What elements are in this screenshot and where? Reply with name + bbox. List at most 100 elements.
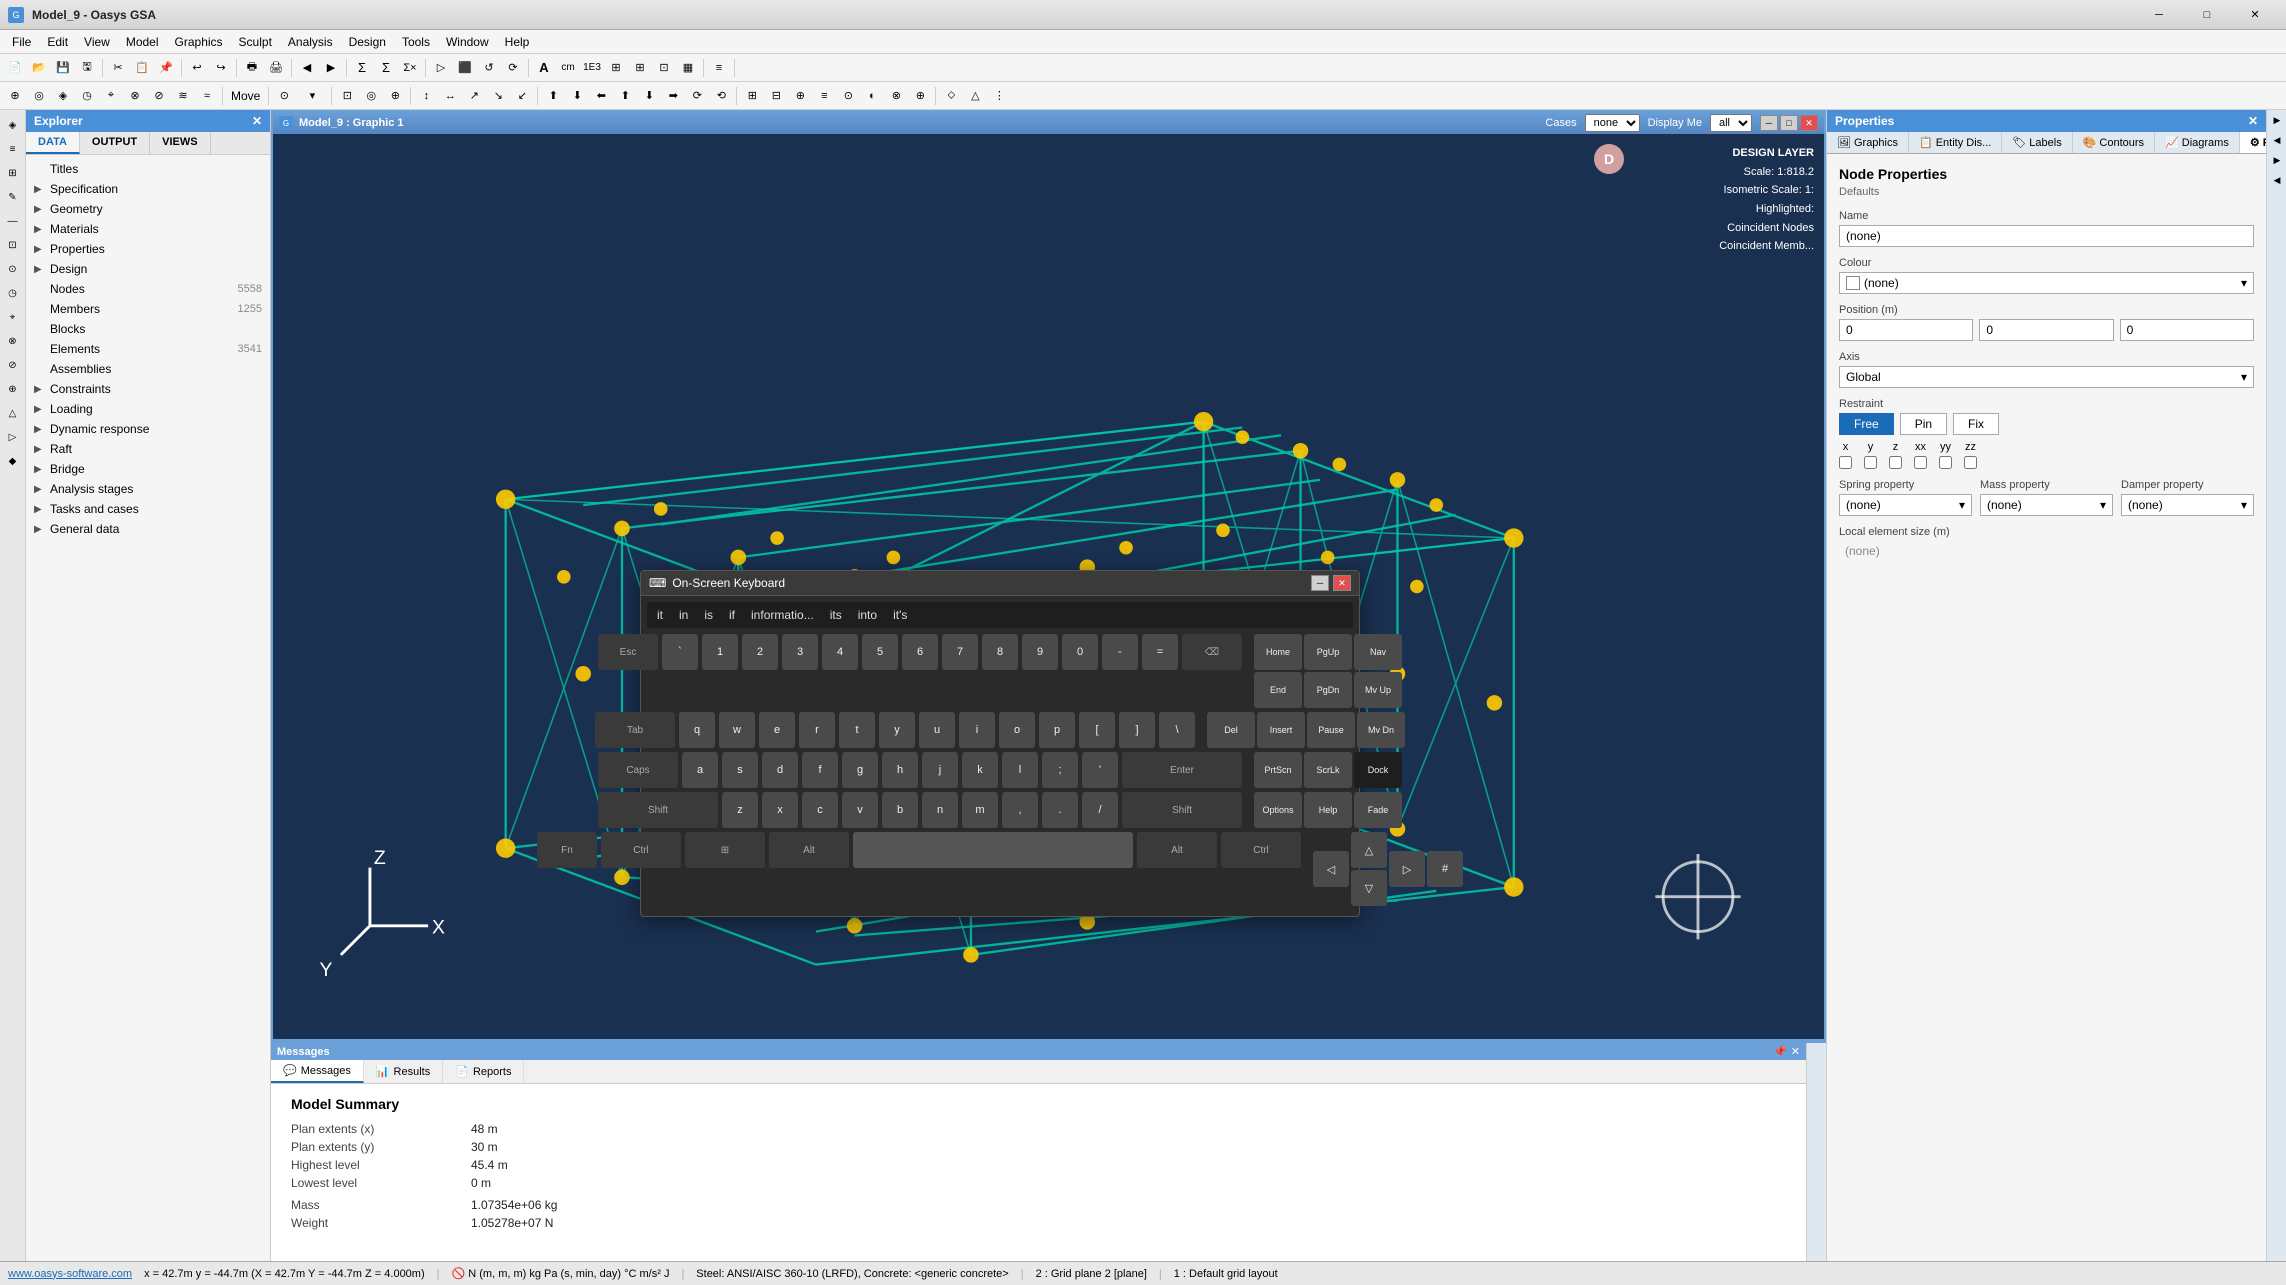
tb-run[interactable]: ▷	[430, 57, 452, 79]
tree-dynamic-response[interactable]: ▶ Dynamic response	[26, 419, 270, 439]
lb-icon5[interactable]: —	[2, 210, 24, 232]
tb2-icon25[interactable]: ⟳	[686, 85, 708, 107]
tree-tasks-cases[interactable]: ▶ Tasks and cases	[26, 499, 270, 519]
tree-nodes[interactable]: Nodes 5558	[26, 279, 270, 299]
tb-copy[interactable]: 📋	[131, 57, 153, 79]
osk-a[interactable]: a	[682, 752, 718, 788]
tb2-icon9[interactable]: ≈	[196, 85, 218, 107]
osk-n[interactable]: n	[922, 792, 958, 828]
osk-u[interactable]: u	[919, 712, 955, 748]
tb2-icon36[interactable]: △	[964, 85, 986, 107]
tb2-dropdown[interactable]: ▾	[297, 85, 327, 107]
osk-scrlk[interactable]: ScrLk	[1304, 752, 1352, 788]
tab-data[interactable]: DATA	[26, 132, 80, 154]
maximize-button[interactable]: □	[2184, 0, 2230, 30]
tb-icon3[interactable]: ⊡	[653, 57, 675, 79]
osk-g[interactable]: g	[842, 752, 878, 788]
tree-raft[interactable]: ▶ Raft	[26, 439, 270, 459]
menu-view[interactable]: View	[76, 33, 118, 51]
tree-design[interactable]: ▶ Design	[26, 259, 270, 279]
tb2-icon11[interactable]: ⊡	[336, 85, 358, 107]
osk-i[interactable]: i	[959, 712, 995, 748]
lb-icon3[interactable]: ⊞	[2, 162, 24, 184]
tree-properties[interactable]: ▶ Properties	[26, 239, 270, 259]
osk-backtick[interactable]: `	[662, 634, 698, 670]
spring-select[interactable]: (none) ▾	[1839, 494, 1972, 516]
minimize-button[interactable]: ─	[2136, 0, 2182, 30]
osk-right-arrow[interactable]: ▷	[1389, 851, 1425, 887]
osk-sugg-into[interactable]: into	[852, 606, 883, 624]
lb-icon7[interactable]: ⊙	[2, 258, 24, 280]
tree-specification[interactable]: ▶ Specification	[26, 179, 270, 199]
osk-ralt[interactable]: Alt	[1137, 832, 1217, 868]
tb2-icon31[interactable]: ⊙	[837, 85, 859, 107]
osk-j[interactable]: j	[922, 752, 958, 788]
osk-space[interactable]	[853, 832, 1133, 868]
tb2-icon24[interactable]: ➡	[662, 85, 684, 107]
menu-tools[interactable]: Tools	[394, 33, 438, 51]
tree-general-data[interactable]: ▶ General data	[26, 519, 270, 539]
lb-icon12[interactable]: ⊕	[2, 378, 24, 400]
tb2-icon3[interactable]: ◈	[52, 85, 74, 107]
tb-1e3[interactable]: 1E3	[581, 57, 603, 79]
osk-rbracket[interactable]: ]	[1119, 712, 1155, 748]
restraint-xx-checkbox[interactable]	[1914, 456, 1927, 469]
tb-stop[interactable]: ⬛	[454, 57, 476, 79]
osk-e[interactable]: e	[759, 712, 795, 748]
tb2-icon13[interactable]: ⊕	[384, 85, 406, 107]
osk-pause[interactable]: Pause	[1307, 712, 1355, 748]
osk-up-arrow[interactable]: △	[1351, 832, 1387, 868]
osk-slash[interactable]: /	[1082, 792, 1118, 828]
pos-x-input[interactable]	[1839, 319, 1973, 341]
osk-sugg-is[interactable]: is	[698, 606, 719, 624]
tb2-icon27[interactable]: ⊞	[741, 85, 763, 107]
osk-8[interactable]: 8	[982, 634, 1018, 670]
osk-c[interactable]: c	[802, 792, 838, 828]
lb-icon14[interactable]: ▷	[2, 426, 24, 448]
tb-save2[interactable]: 🖫	[76, 57, 98, 79]
tree-members[interactable]: Members 1255	[26, 299, 270, 319]
tb2-icon7[interactable]: ⊘	[148, 85, 170, 107]
menu-file[interactable]: File	[4, 33, 39, 51]
pos-z-input[interactable]	[2120, 319, 2254, 341]
tb-loop[interactable]: ↺	[478, 57, 500, 79]
osk-left-arrow[interactable]: ◁	[1313, 851, 1349, 887]
tb2-icon21[interactable]: ⬅	[590, 85, 612, 107]
osk-period[interactable]: .	[1042, 792, 1078, 828]
tb2-icon10[interactable]: ⊙	[273, 85, 295, 107]
osk-s[interactable]: s	[722, 752, 758, 788]
tb-undo[interactable]: ↩	[186, 57, 208, 79]
tb2-icon22[interactable]: ⬆	[614, 85, 636, 107]
osk-k[interactable]: k	[962, 752, 998, 788]
lb-icon10[interactable]: ⊗	[2, 330, 24, 352]
tb2-icon34[interactable]: ⊕	[909, 85, 931, 107]
lb-icon8[interactable]: ◷	[2, 282, 24, 304]
messages-pin-icon[interactable]: 📌	[1773, 1045, 1787, 1058]
menu-graphics[interactable]: Graphics	[167, 33, 231, 51]
restraint-x-checkbox[interactable]	[1839, 456, 1852, 469]
tb-icon4[interactable]: ▦	[677, 57, 699, 79]
osk-semicolon[interactable]: ;	[1042, 752, 1078, 788]
menu-model[interactable]: Model	[118, 33, 167, 51]
menu-design[interactable]: Design	[341, 33, 394, 51]
osk-lctrl[interactable]: Ctrl	[601, 832, 681, 868]
osk-options[interactable]: Options	[1254, 792, 1302, 828]
prop-tab-properties[interactable]: ⚙ Properties	[2240, 132, 2266, 153]
osk-lbracket[interactable]: [	[1079, 712, 1115, 748]
tb-cm[interactable]: cm	[557, 57, 579, 79]
restraint-y-checkbox[interactable]	[1864, 456, 1877, 469]
graphic-close-button[interactable]: ✕	[1800, 115, 1818, 131]
mass-select[interactable]: (none) ▾	[1980, 494, 2113, 516]
osk-d[interactable]: d	[762, 752, 798, 788]
axis-select[interactable]: Global ▾	[1839, 366, 2254, 388]
tb2-icon28[interactable]: ⊟	[765, 85, 787, 107]
prop-tab-contours[interactable]: 🎨 Contours	[2073, 132, 2155, 153]
msg-tab-reports[interactable]: 📄 Reports	[443, 1060, 524, 1083]
tree-assemblies[interactable]: Assemblies	[26, 359, 270, 379]
osk-y[interactable]: y	[879, 712, 915, 748]
osk-del[interactable]: Del	[1207, 712, 1255, 748]
osk-minimize-button[interactable]: ─	[1311, 575, 1329, 591]
osk-sugg-in[interactable]: in	[673, 606, 694, 624]
lb-icon2[interactable]: ≡	[2, 138, 24, 160]
tb-sigma2[interactable]: Σ	[375, 57, 397, 79]
